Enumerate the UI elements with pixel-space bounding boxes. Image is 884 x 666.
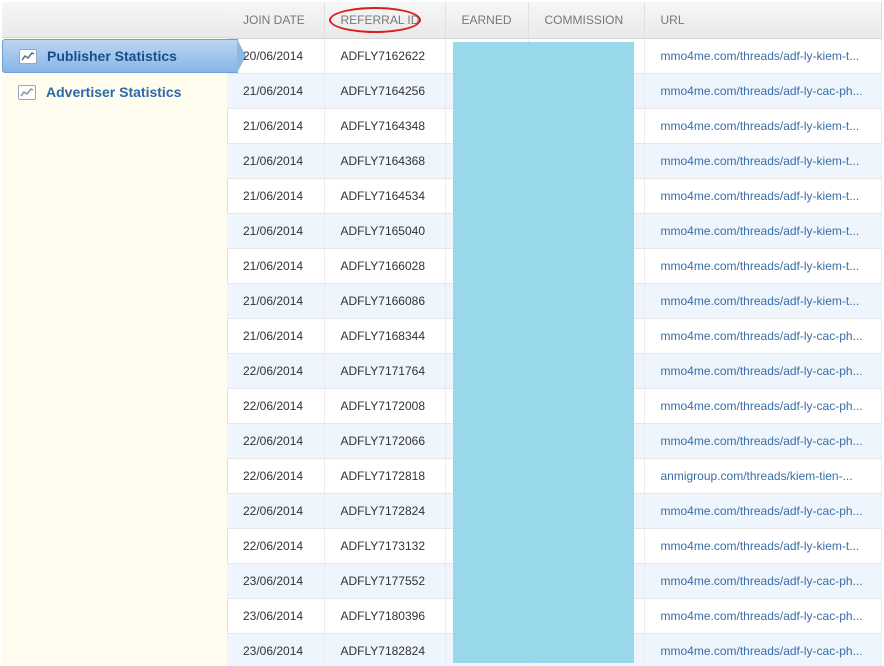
column-header-join-date[interactable]: JOIN DATE — [227, 2, 325, 39]
cell-url-link[interactable]: mmo4me.com/threads/adf-ly-cac-ph... — [644, 423, 882, 459]
cell-url-link[interactable]: mmo4me.com/threads/adf-ly-kiem-t... — [644, 213, 882, 249]
cell-url-link[interactable]: mmo4me.com/threads/adf-ly-kiem-t... — [644, 143, 882, 179]
cell-join-date: 21/06/2014 — [227, 213, 325, 249]
cell-referral-id: ADFLY7162622 — [324, 38, 446, 74]
cell-referral-id: ADFLY7166028 — [324, 248, 446, 284]
cell-referral-id: ADFLY7164348 — [324, 108, 446, 144]
cell-url-link[interactable]: mmo4me.com/threads/adf-ly-kiem-t... — [644, 248, 882, 284]
cell-join-date: 22/06/2014 — [227, 493, 325, 529]
sidebar-item-advertiser-statistics[interactable]: Advertiser Statistics — [2, 75, 238, 109]
sidebar-item-label: Publisher Statistics — [47, 48, 177, 64]
cell-join-date: 21/06/2014 — [227, 318, 325, 354]
cell-join-date: 22/06/2014 — [227, 353, 325, 389]
column-header-commission[interactable]: COMMISSION — [528, 2, 645, 39]
cell-join-date: 21/06/2014 — [227, 178, 325, 214]
cell-referral-id: ADFLY7166086 — [324, 283, 446, 319]
cell-referral-id: ADFLY7164256 — [324, 73, 446, 109]
cell-url-link[interactable]: mmo4me.com/threads/adf-ly-cac-ph... — [644, 633, 882, 666]
cell-referral-id: ADFLY7164368 — [324, 143, 446, 179]
cell-referral-id: ADFLY7168344 — [324, 318, 446, 354]
cell-referral-id: ADFLY7180396 — [324, 598, 446, 634]
cell-url-link[interactable]: mmo4me.com/threads/adf-ly-kiem-t... — [644, 178, 882, 214]
referrals-page: Publisher Statistics Advertiser Statisti… — [0, 0, 884, 666]
cell-url-link[interactable]: mmo4me.com/threads/adf-ly-kiem-t... — [644, 108, 882, 144]
chart-icon — [18, 84, 36, 100]
cell-url-link[interactable]: anmigroup.com/threads/kiem-tien-... — [644, 458, 882, 494]
cell-referral-id: ADFLY7172066 — [324, 423, 446, 459]
cell-join-date: 22/06/2014 — [227, 423, 325, 459]
cell-url-link[interactable]: mmo4me.com/threads/adf-ly-cac-ph... — [644, 353, 882, 389]
cell-join-date: 21/06/2014 — [227, 143, 325, 179]
cell-join-date: 21/06/2014 — [227, 73, 325, 109]
chart-icon — [19, 48, 37, 64]
cell-join-date: 22/06/2014 — [227, 528, 325, 564]
column-header-referral-id[interactable]: REFERRAL ID — [324, 2, 446, 39]
cell-referral-id: ADFLY7164534 — [324, 178, 446, 214]
cell-join-date: 23/06/2014 — [227, 598, 325, 634]
cell-url-link[interactable]: mmo4me.com/threads/adf-ly-cac-ph... — [644, 563, 882, 599]
cell-url-link[interactable]: mmo4me.com/threads/adf-ly-cac-ph... — [644, 598, 882, 634]
table-header-row: JOIN DATE REFERRAL ID EARNED COMMISSION … — [227, 2, 882, 39]
cell-url-link[interactable]: mmo4me.com/threads/adf-ly-kiem-t... — [644, 528, 882, 564]
sidebar: Publisher Statistics Advertiser Statisti… — [2, 2, 246, 666]
cell-url-link[interactable]: mmo4me.com/threads/adf-ly-cac-ph... — [644, 388, 882, 424]
redaction-block — [453, 42, 634, 663]
cell-referral-id: ADFLY7171764 — [324, 353, 446, 389]
cell-url-link[interactable]: mmo4me.com/threads/adf-ly-cac-ph... — [644, 318, 882, 354]
sidebar-item-publisher-statistics[interactable]: Publisher Statistics — [2, 39, 246, 73]
cell-join-date: 21/06/2014 — [227, 108, 325, 144]
cell-join-date: 23/06/2014 — [227, 633, 325, 666]
cell-join-date: 21/06/2014 — [227, 283, 325, 319]
cell-join-date: 22/06/2014 — [227, 458, 325, 494]
annotation-circle — [328, 7, 421, 33]
cell-referral-id: ADFLY7172824 — [324, 493, 446, 529]
cell-referral-id: ADFLY7165040 — [324, 213, 446, 249]
cell-referral-id: ADFLY7182824 — [324, 633, 446, 666]
cell-join-date: 21/06/2014 — [227, 248, 325, 284]
column-header-earned[interactable]: EARNED — [445, 2, 529, 39]
cell-join-date: 20/06/2014 — [227, 38, 325, 74]
cell-join-date: 23/06/2014 — [227, 563, 325, 599]
cell-url-link[interactable]: mmo4me.com/threads/adf-ly-cac-ph... — [644, 73, 882, 109]
column-header-url[interactable]: URL — [644, 2, 882, 39]
cell-referral-id: ADFLY7177552 — [324, 563, 446, 599]
sidebar-header — [2, 2, 227, 38]
cell-referral-id: ADFLY7172818 — [324, 458, 446, 494]
cell-url-link[interactable]: mmo4me.com/threads/adf-ly-kiem-t... — [644, 283, 882, 319]
cell-join-date: 22/06/2014 — [227, 388, 325, 424]
cell-referral-id: ADFLY7172008 — [324, 388, 446, 424]
cell-referral-id: ADFLY7173132 — [324, 528, 446, 564]
sidebar-item-label: Advertiser Statistics — [46, 84, 182, 100]
cell-url-link[interactable]: mmo4me.com/threads/adf-ly-kiem-t... — [644, 38, 882, 74]
cell-url-link[interactable]: mmo4me.com/threads/adf-ly-cac-ph... — [644, 493, 882, 529]
